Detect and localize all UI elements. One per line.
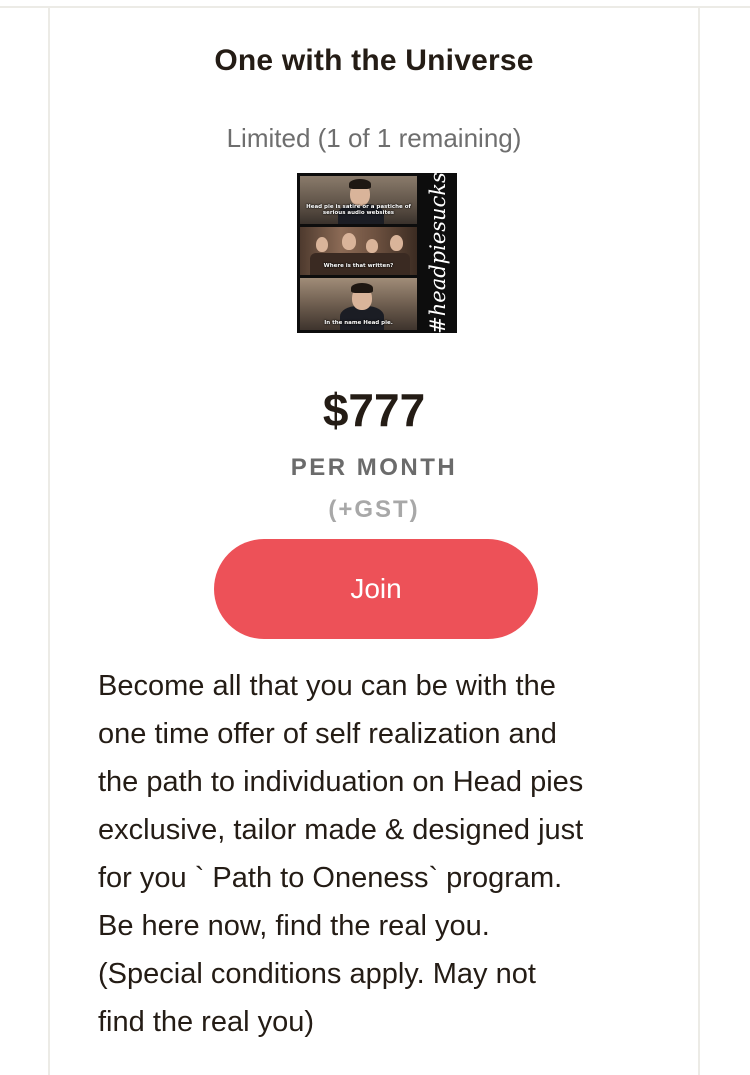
meme-caption-2: Where is that written? [323,263,394,269]
meme-panel-3: In the name Head pie. [300,278,417,330]
tier-image: Head pie is satire or a pastiche of seri… [297,173,457,333]
tax-note: (+GST) [328,496,420,523]
availability-text: Limited (1 of 1 remaining) [226,123,522,153]
tier-price: $777 [322,384,426,436]
tier-card: One with the Universe Limited (1 of 1 re… [48,8,700,1075]
tier-title: One with the Universe [214,44,534,77]
meme-panel-1: Head pie is satire or a pastiche of seri… [300,176,417,224]
join-button[interactable]: Join [214,539,538,639]
meme-caption-1: Head pie is satire or a pastiche of seri… [306,204,411,216]
tier-description: Become all that you can be with the one … [98,670,584,1038]
hashtag-strip: #headpiesucks [419,173,457,333]
meme-panel-2: Where is that written? [300,227,417,275]
hashtag-text: #headpiesucks [426,173,450,333]
join-button-label: Join [350,573,402,604]
billing-period: PER MONTH [290,454,458,481]
meme-caption-3: In the name Head pie. [324,320,393,326]
